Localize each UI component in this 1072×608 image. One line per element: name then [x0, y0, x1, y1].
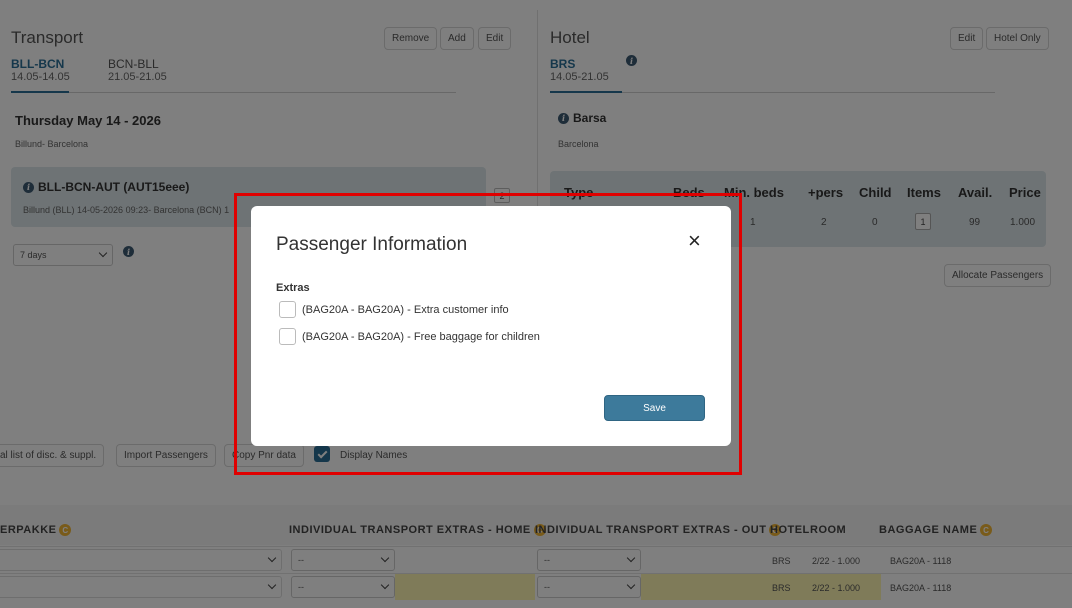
highlight-box [234, 193, 742, 475]
